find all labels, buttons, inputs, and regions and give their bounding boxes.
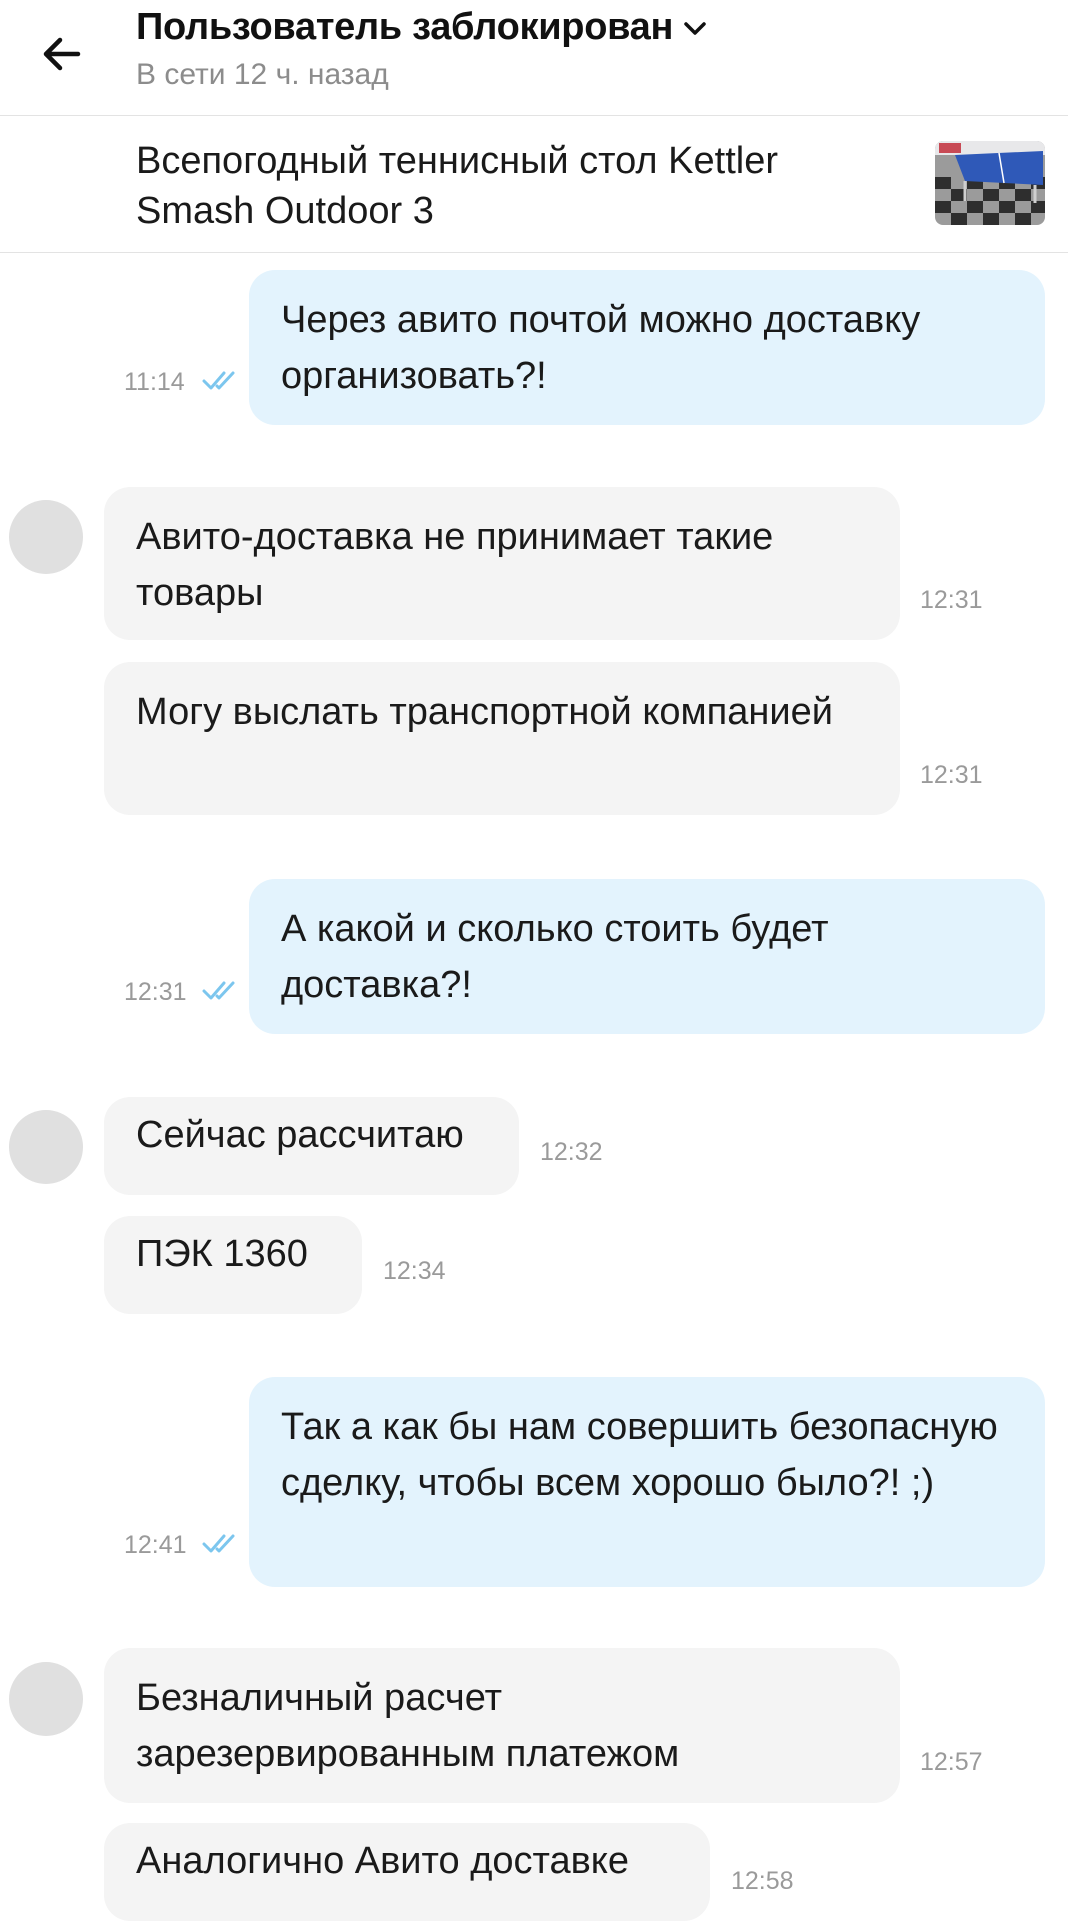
message-bubble[interactable]: Безналичный расчет зарезервированным пла… [104,1648,900,1803]
message-bubble[interactable]: Сейчас рассчитаю [104,1097,519,1195]
listing-bar[interactable]: Всепогодный теннисный стол Kettler Smash… [0,116,1068,253]
message-time: 12:57 [920,1748,983,1776]
message-bubble[interactable]: Через авито почтой можно доставку органи… [249,270,1045,425]
arrow-left-icon [43,37,81,71]
message-bubble[interactable]: Аналогично Авито доставке [104,1823,710,1921]
avatar[interactable] [9,1662,83,1736]
message-time: 12:31 [124,978,187,1006]
message-time: 12:34 [383,1257,446,1285]
message-bubble[interactable]: Так а как бы нам совершить безопасную сд… [249,1377,1045,1587]
message-time: 12:31 [920,586,983,614]
avatar[interactable] [9,1110,83,1184]
back-button[interactable] [30,22,94,86]
message-time: 12:31 [920,761,983,789]
online-status: В сети 12 ч. назад [136,58,389,91]
double-check-icon [202,981,235,1000]
chat-title-dropdown[interactable]: Пользователь заблокирован [136,2,707,52]
message-bubble[interactable]: Авито-доставка не принимает такие товары [104,487,900,640]
chat-title: Пользователь заблокирован [136,6,674,48]
message-bubble[interactable]: А какой и сколько стоить будет доставка?… [249,879,1045,1034]
message-bubble[interactable]: Могу выслать транспортной компанией [104,662,900,815]
listing-title: Всепогодный теннисный стол Kettler Smash… [136,140,778,232]
chat-header: Пользователь заблокирован В сети 12 ч. н… [0,0,1068,116]
message-bubble[interactable]: ПЭК 1360 [104,1216,362,1314]
message-time: 12:32 [540,1138,603,1166]
chevron-down-icon [683,21,707,37]
avatar[interactable] [9,500,83,574]
double-check-icon [202,1534,235,1553]
double-check-icon [202,371,235,390]
message-time: 12:41 [124,1531,187,1559]
chat-screen: Пользователь заблокирован В сети 12 ч. н… [0,0,1068,1926]
message-time: 12:58 [731,1867,794,1895]
message-time: 11:14 [124,368,185,396]
listing-thumbnail[interactable] [935,141,1045,225]
